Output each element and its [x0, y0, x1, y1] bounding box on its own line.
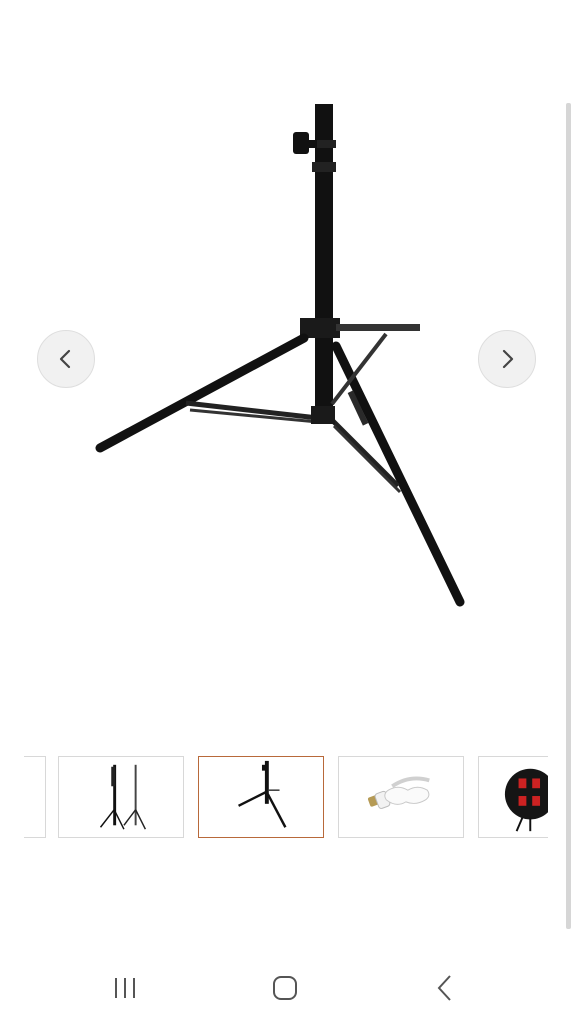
main-product-image	[95, 104, 465, 607]
next-image-button[interactable]	[478, 330, 536, 388]
home-button[interactable]	[265, 968, 305, 1008]
back-button[interactable]	[425, 968, 465, 1008]
light-stand-icon	[238, 760, 287, 828]
previous-image-button[interactable]	[37, 330, 95, 388]
back-icon	[437, 975, 451, 1001]
thumbnail-two-stands[interactable]	[58, 756, 184, 838]
cfl-bulb-icon	[367, 776, 430, 809]
recent-apps-button[interactable]	[105, 968, 145, 1008]
chevron-left-icon	[59, 349, 71, 369]
home-icon	[273, 976, 297, 1000]
product-gallery	[0, 100, 572, 740]
two-light-stands-icon	[99, 764, 147, 830]
chevron-right-icon	[502, 349, 514, 369]
thumbnail-softbox[interactable]	[478, 756, 548, 838]
thumbnail-bulb[interactable]	[338, 756, 464, 838]
recent-apps-icon	[115, 978, 135, 998]
thumbnail-stand[interactable]	[198, 756, 324, 838]
page-scrollbar[interactable]	[566, 103, 571, 929]
thumbnail-partial[interactable]	[24, 756, 46, 838]
system-navigation-bar	[0, 950, 572, 1024]
thumbnail-strip[interactable]	[24, 756, 548, 840]
softbox-socket-icon	[504, 768, 548, 832]
